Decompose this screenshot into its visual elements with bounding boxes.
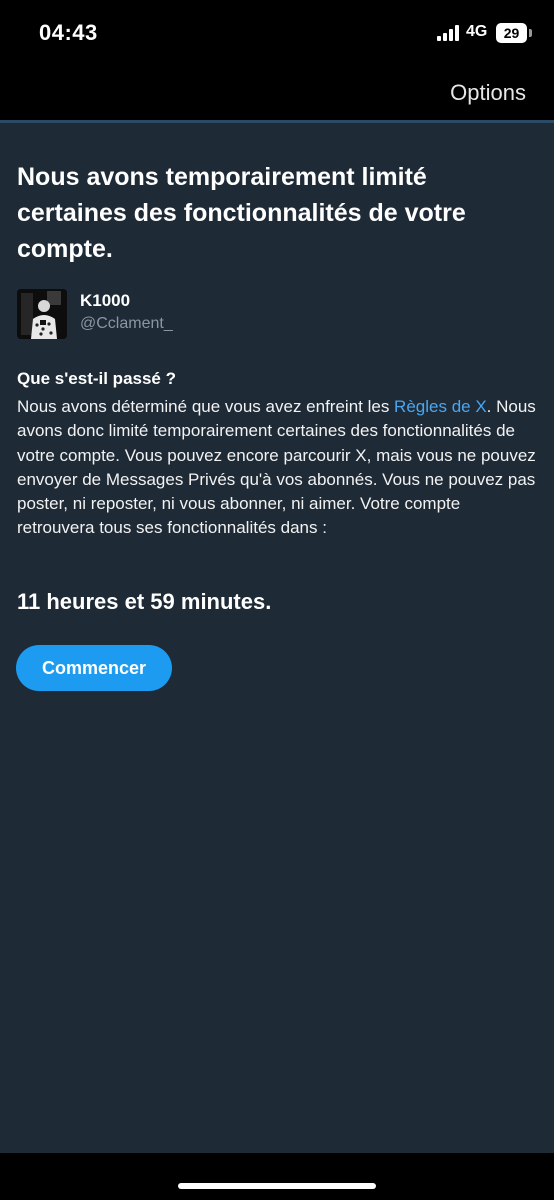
bottom-bar bbox=[0, 1153, 554, 1200]
section-heading: Que s'est-il passé ? bbox=[17, 369, 176, 388]
main-content: Nous avons temporairement limité certain… bbox=[0, 123, 554, 1153]
avatar-image bbox=[17, 289, 67, 339]
nav-header: Options bbox=[0, 66, 554, 120]
avatar[interactable] bbox=[17, 289, 67, 339]
cellular-signal-icon bbox=[437, 25, 459, 41]
user-name: K1000 bbox=[80, 291, 131, 310]
home-indicator[interactable] bbox=[178, 1183, 376, 1189]
explanation-text-end: . Nous avons donc limité temporairement … bbox=[17, 397, 536, 538]
battery-level: 29 bbox=[496, 23, 527, 43]
user-handle: @Cclament_ bbox=[80, 315, 173, 332]
page-title: Nous avons temporairement limité certain… bbox=[17, 163, 466, 263]
explanation-text-start: Nous avons déterminé que vous avez enfre… bbox=[17, 397, 395, 416]
restriction-countdown: 11 heures et 59 minutes. bbox=[17, 589, 272, 614]
start-button[interactable]: Commencer bbox=[16, 645, 172, 691]
screen: 04:43 4G 29 Options Nous avons temporair… bbox=[0, 0, 554, 1200]
explanation-text: Nous avons déterminé que vous avez enfre… bbox=[17, 395, 542, 541]
rules-link[interactable]: Règles de X bbox=[394, 397, 487, 416]
options-button[interactable]: Options bbox=[450, 80, 526, 106]
status-time: 04:43 bbox=[39, 20, 98, 45]
status-bar: 04:43 4G 29 bbox=[0, 0, 554, 66]
battery-icon: 29 bbox=[496, 23, 532, 43]
user-card: K1000 @Cclament_ bbox=[17, 289, 417, 341]
network-type-label: 4G bbox=[466, 23, 488, 40]
battery-tip bbox=[529, 29, 532, 37]
